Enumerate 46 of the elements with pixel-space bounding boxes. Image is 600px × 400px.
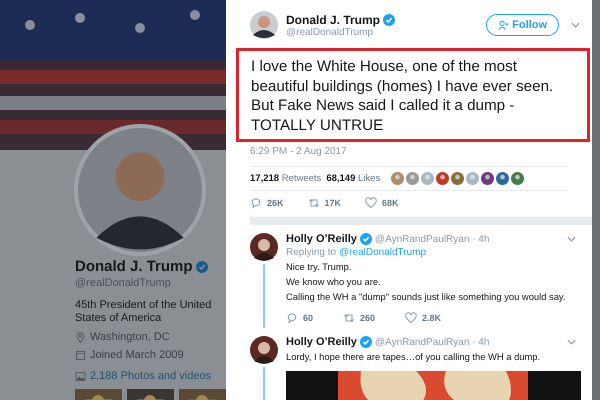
action-count: 68K: [382, 198, 399, 208]
location-icon: [75, 332, 86, 342]
reply-text: Nice try. Trump.: [286, 261, 352, 273]
photos-link[interactable]: 2,188 Photos and videos: [90, 370, 212, 382]
replying-to-label: Replying to: [286, 247, 336, 258]
calendar-icon: [75, 350, 86, 360]
tweet-text: I love the White House, one of the most beautiful buildings (homes) I have ever seen. But Fake News said I called it a dump - TOTALLY UNTRUE: [251, 57, 554, 135]
caret-icon[interactable]: [567, 339, 576, 345]
follow-button[interactable]: Follow: [486, 14, 559, 36]
author-name[interactable]: Holly O’Reilly: [286, 233, 357, 245]
caret-icon[interactable]: [571, 22, 580, 28]
heart-icon[interactable]: [405, 312, 418, 324]
action-count: 60: [303, 313, 314, 323]
image-icon: [75, 370, 86, 382]
author-handle[interactable]: @AynRandPaulRyan · 4h: [374, 336, 552, 348]
author-handle[interactable]: @AynRandPaulRyan · 4h: [374, 234, 552, 244]
like-count[interactable]: 68,149 Likes: [326, 173, 380, 184]
mention-link[interactable]: @realDonaldTrump: [339, 247, 426, 258]
add-user-icon: [498, 20, 510, 30]
profile-bio: 45th President of the United States of America: [75, 299, 212, 325]
avatar[interactable]: [250, 336, 278, 364]
author-name[interactable]: Donald J. Trump: [286, 12, 380, 26]
action-count: 17K: [324, 198, 342, 208]
profile-joined: Joined March 2009: [90, 349, 184, 361]
action-count: 26K: [267, 198, 284, 208]
avatar[interactable]: [250, 233, 278, 261]
retweet-icon[interactable]: [343, 312, 356, 324]
heart-icon[interactable]: [365, 197, 378, 209]
avatar[interactable]: [481, 172, 494, 185]
reply-icon[interactable]: [286, 312, 298, 324]
caret-icon[interactable]: [567, 236, 576, 242]
reply-icon[interactable]: [250, 197, 262, 209]
reply-text: Lordy, I hope there are tapes…of you calling the WH a dump.: [286, 351, 542, 363]
profile-handle: @realDonaldTrump: [75, 277, 172, 289]
author-name[interactable]: Holly O’Reilly: [286, 336, 357, 348]
retweet-count[interactable]: 17,218 Retweets: [250, 173, 322, 184]
avatar[interactable]: [250, 11, 278, 39]
profile-location: Washington, DC: [90, 331, 170, 343]
tweet-time[interactable]: 6:29 PM - 2 Aug 2017: [250, 146, 592, 157]
reply-text: We know who you are.: [286, 276, 382, 288]
profile-name: Donald J. Trump: [75, 258, 193, 275]
retweet-icon[interactable]: [308, 197, 320, 209]
author-handle[interactable]: @realDonaldTrump: [286, 26, 486, 38]
action-count: 2.8K: [422, 313, 442, 323]
reply-text: Calling the WH a "dump" sounds just like something you would say.: [286, 291, 567, 303]
action-count: 260: [360, 313, 376, 323]
